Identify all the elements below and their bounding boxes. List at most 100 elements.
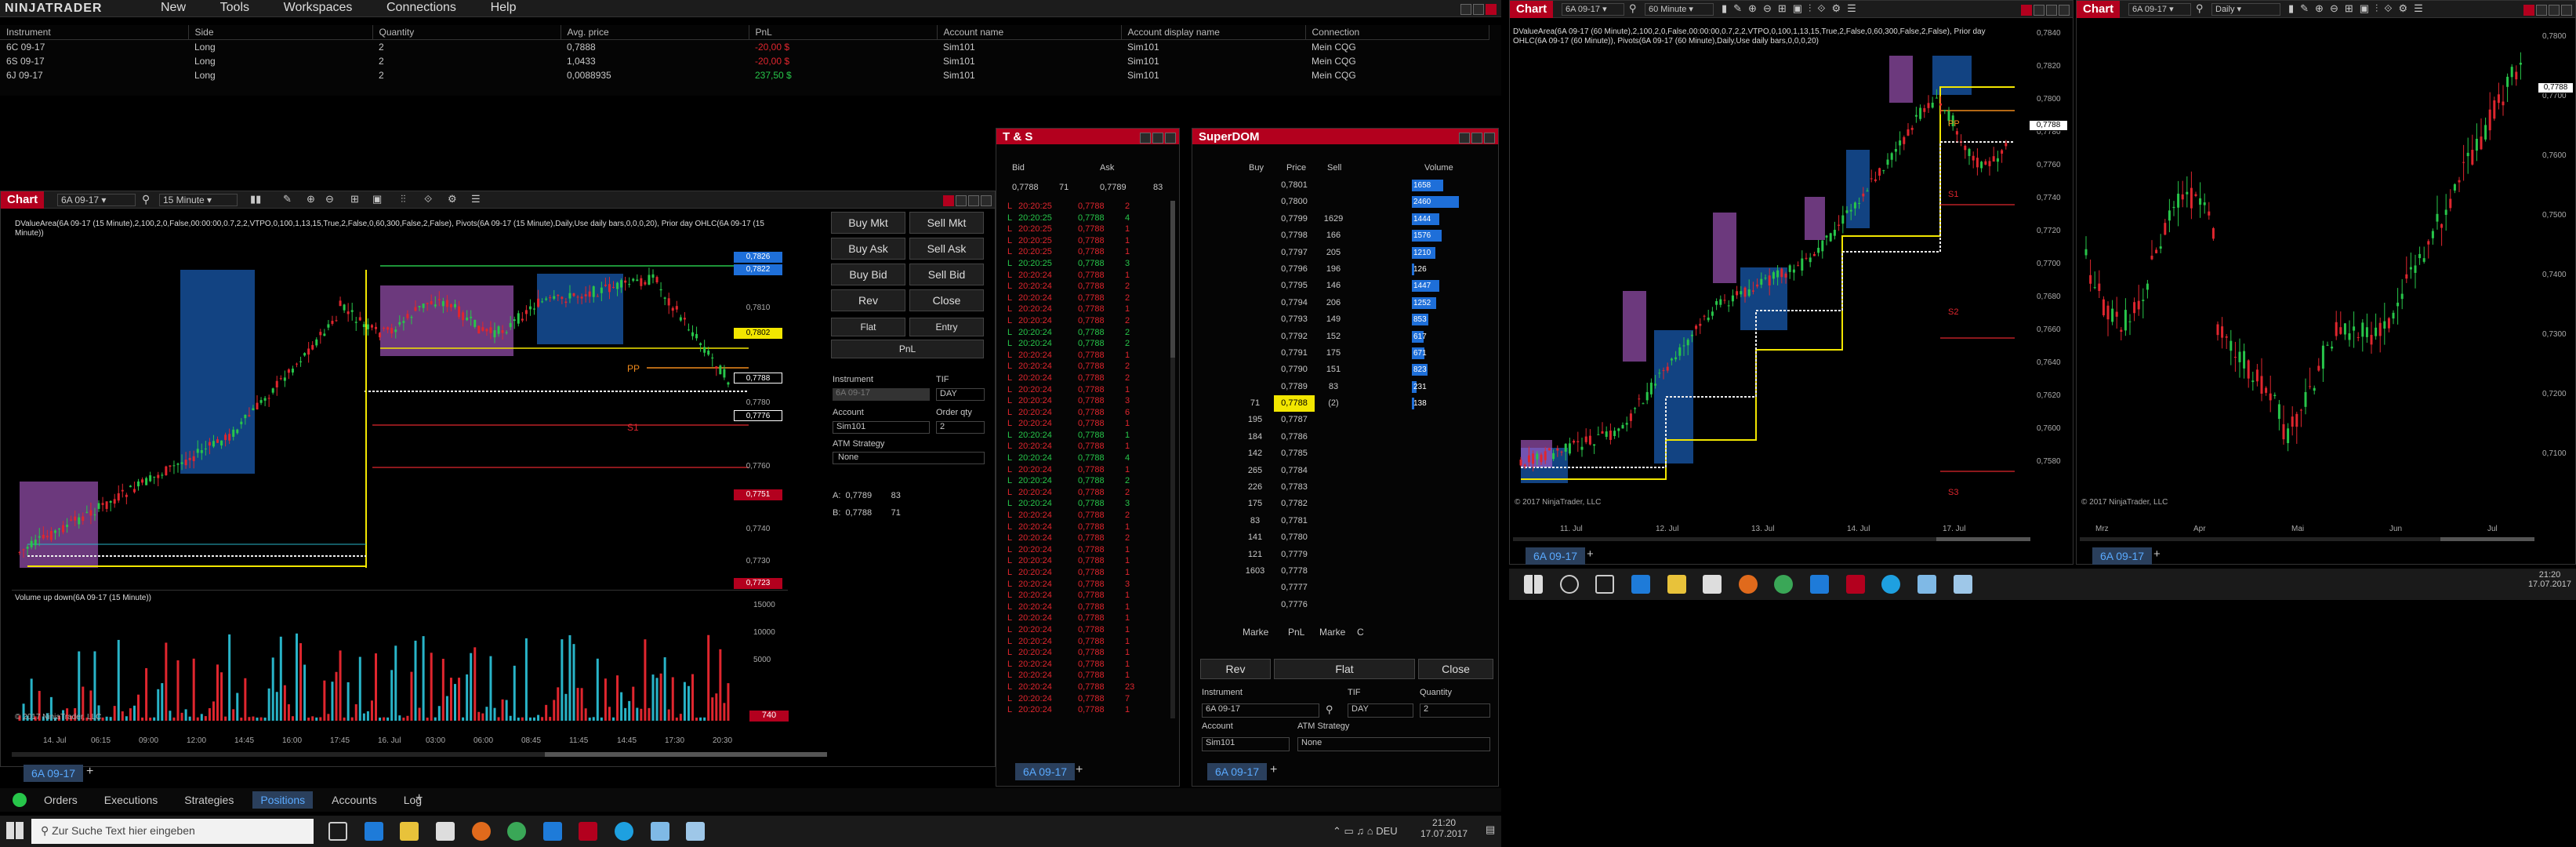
- dom-bid-size[interactable]: 175: [1239, 496, 1271, 512]
- chart1-interval-select[interactable]: 15 Minute ▾: [159, 194, 238, 206]
- cc-tab-strategies[interactable]: Strategies: [176, 791, 241, 809]
- sell-mkt-button[interactable]: Sell Mkt: [909, 212, 984, 234]
- chart3-search-icon[interactable]: ⚲: [2196, 2, 2204, 15]
- dom-bid-size[interactable]: 1603: [1239, 563, 1271, 580]
- r-skype-icon[interactable]: [1881, 575, 1901, 594]
- cc-tab-positions[interactable]: Positions: [252, 791, 314, 809]
- cc-tab-executions[interactable]: Executions: [96, 791, 165, 809]
- order-qty-input[interactable]: 2: [936, 421, 985, 434]
- dom-account-select[interactable]: Sim101: [1202, 737, 1290, 751]
- dom-tab[interactable]: 6A 09-17: [1207, 763, 1268, 780]
- dom-ask-size[interactable]: 152: [1318, 329, 1349, 345]
- chrome-icon[interactable]: [507, 822, 527, 841]
- draw-icon[interactable]: ✎: [283, 193, 292, 205]
- position-row[interactable]: 6C 09-17 Long 2 0,7888 -20,00 $ Sim101 Sim101 M…: [0, 40, 1489, 55]
- crosshair-icon[interactable]: ⊞: [350, 193, 359, 205]
- chart2-scrollbar[interactable]: [1513, 537, 2030, 541]
- dom-bid-size[interactable]: 265: [1239, 463, 1271, 479]
- buy-bid-button[interactable]: Buy Bid: [831, 264, 905, 285]
- chart2-search-icon[interactable]: ⚲: [1629, 2, 1637, 15]
- dom-row[interactable]: 0,7776: [1239, 597, 1490, 613]
- dom-row[interactable]: 0,7791 175 671: [1239, 345, 1490, 362]
- atm-strategy-select[interactable]: None: [833, 452, 985, 464]
- chart2-add-tab[interactable]: +: [1587, 547, 1594, 561]
- col-instrument[interactable]: Instrument: [0, 25, 189, 40]
- dom-ask-size[interactable]: 149: [1318, 311, 1349, 328]
- dom-row[interactable]: 195 0,7787: [1239, 412, 1490, 428]
- dom-ask-size[interactable]: 151: [1318, 362, 1349, 378]
- r-edge-icon[interactable]: [1631, 575, 1650, 594]
- r-store-icon[interactable]: [1703, 575, 1722, 594]
- r-start-icon[interactable]: [1524, 575, 1543, 594]
- skype-icon[interactable]: [615, 822, 633, 841]
- chart2-link-icon[interactable]: [2021, 4, 2032, 16]
- account-select[interactable]: Sim101: [833, 421, 930, 434]
- bar-type-icon[interactable]: ▮▮: [250, 193, 261, 205]
- dom-qty-input[interactable]: 2: [1420, 703, 1490, 718]
- dom-instrument-select[interactable]: 6A 09-17: [1202, 703, 1319, 718]
- list-icon[interactable]: ☰: [471, 193, 481, 205]
- strategies-icon[interactable]: ⟐: [424, 193, 432, 205]
- r-chrome-icon[interactable]: [1774, 575, 1794, 594]
- chart1-close-icon[interactable]: [981, 194, 992, 206]
- edge-icon[interactable]: [364, 822, 383, 841]
- dom-row[interactable]: 121 0,7779: [1239, 547, 1490, 563]
- close-button[interactable]: Close: [909, 289, 984, 311]
- ts-minimize-icon[interactable]: [1140, 132, 1151, 144]
- flat-button[interactable]: Flat: [831, 318, 905, 336]
- position-row[interactable]: 6S 09-17 Long 2 1,0433 -20,00 $ Sim101 Sim101 M…: [0, 54, 1489, 68]
- col-pnl[interactable]: PnL: [749, 25, 938, 40]
- dom-flat-button[interactable]: Flat: [1274, 659, 1415, 679]
- dom-bid-size[interactable]: 71: [1239, 395, 1271, 412]
- indicators-icon[interactable]: ⫶⫶: [401, 193, 406, 205]
- explorer-icon[interactable]: [400, 822, 419, 841]
- dom-ask-size[interactable]: 196: [1318, 261, 1349, 278]
- dom-row[interactable]: 0,7795 146 1447: [1239, 278, 1490, 294]
- zoom-in-icon[interactable]: ⊕: [307, 193, 315, 205]
- ts-maximize-icon[interactable]: [1152, 132, 1163, 144]
- chart1-scrollbar[interactable]: [12, 752, 827, 757]
- menu-tools[interactable]: Tools: [220, 1, 249, 14]
- sell-bid-button[interactable]: Sell Bid: [909, 264, 984, 285]
- r-cortana-icon[interactable]: [1559, 575, 1579, 594]
- app-icon-1[interactable]: [650, 822, 669, 841]
- r-firefox-icon[interactable]: [1738, 575, 1758, 594]
- menu-help[interactable]: Help: [491, 1, 517, 14]
- app-icon-2[interactable]: [686, 822, 706, 841]
- chart3-scrollbar[interactable]: [2080, 537, 2534, 541]
- chart2-maximize-icon[interactable]: [2046, 4, 2057, 16]
- dom-add-tab[interactable]: +: [1270, 763, 1277, 777]
- col-account-display[interactable]: Account display name: [1121, 25, 1306, 40]
- dom-row[interactable]: 0,7801 1658: [1239, 177, 1490, 194]
- dom-bid-size[interactable]: 226: [1239, 479, 1271, 496]
- dom-row[interactable]: 0,7792 152 617: [1239, 329, 1490, 345]
- chart1-maximize-icon[interactable]: [968, 194, 979, 206]
- dom-row[interactable]: 0,7799 1629 1444: [1239, 211, 1490, 227]
- col-side[interactable]: Side: [188, 25, 373, 40]
- add-tab-icon[interactable]: +: [415, 791, 423, 805]
- chart3-minimize-icon[interactable]: [2536, 4, 2547, 16]
- dom-bid-size[interactable]: 141: [1239, 529, 1271, 546]
- cc-tab-log[interactable]: Log: [396, 791, 430, 809]
- dom-minimize-icon[interactable]: [1459, 132, 1470, 144]
- dom-link-icon[interactable]: [1446, 132, 1457, 144]
- dom-row[interactable]: 0,7794 206 1252: [1239, 295, 1490, 311]
- chart1-tab[interactable]: 6A 09-17: [24, 765, 84, 782]
- dom-row[interactable]: 184 0,7786: [1239, 429, 1490, 445]
- dom-bid-size[interactable]: 142: [1239, 445, 1271, 462]
- dom-marker-right[interactable]: Marke: [1319, 627, 1345, 638]
- dom-bid-size[interactable]: 195: [1239, 412, 1271, 428]
- chart2-minimize-icon[interactable]: [2034, 4, 2044, 16]
- col-connection[interactable]: Connection: [1305, 25, 1489, 40]
- sell-ask-button[interactable]: Sell Ask: [909, 238, 984, 260]
- r-explorer-icon[interactable]: [1667, 575, 1686, 594]
- task-view-icon[interactable]: [328, 822, 347, 841]
- chart1-instrument-select[interactable]: 6A 09-17 ▾: [57, 194, 136, 206]
- col-account-name[interactable]: Account name: [937, 25, 1122, 40]
- search-icon[interactable]: ⚲: [142, 193, 150, 206]
- dom-row[interactable]: 83 0,7781: [1239, 513, 1490, 529]
- ts-add-tab[interactable]: +: [1076, 763, 1083, 777]
- close-icon[interactable]: [1486, 3, 1497, 15]
- ts-close-icon[interactable]: [1165, 132, 1176, 144]
- dom-row[interactable]: 175 0,7782: [1239, 496, 1490, 512]
